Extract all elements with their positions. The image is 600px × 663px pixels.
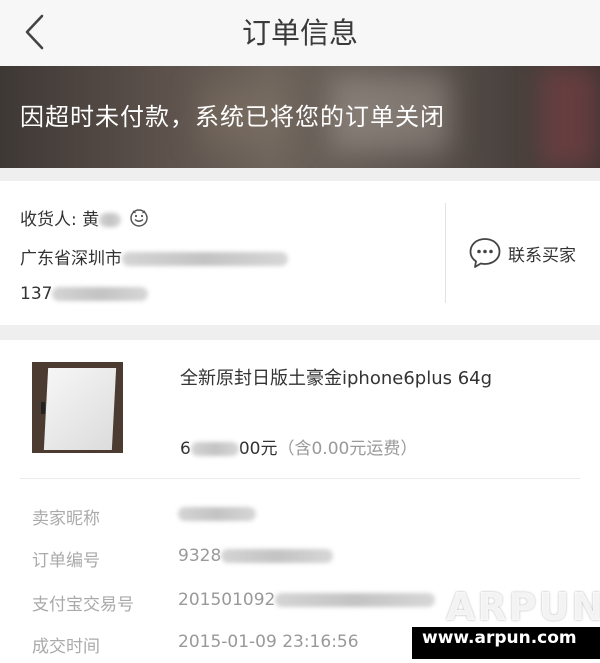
order-closed-message: 因超时未付款，系统已将您的订单关闭 <box>20 103 445 131</box>
consignee-name-row: 收货人: 黄 <box>20 205 149 233</box>
consignee-card: 收货人: 黄 广东省深圳市 137 联系买家 <box>0 181 600 325</box>
redacted-address <box>122 252 288 266</box>
price-prefix: 6 <box>180 439 191 459</box>
redacted-phone <box>52 287 149 301</box>
product-thumbnail[interactable] <box>32 362 123 453</box>
watermark-url: www.arpun.com <box>422 628 577 648</box>
watermark: ARPUN www.arpun.com <box>412 585 600 663</box>
order-status-banner: 因超时未付款，系统已将您的订单关闭 <box>0 66 600 168</box>
alipay-trade-number-label: 支付宝交易号 <box>32 595 134 615</box>
alipay-trade-number-value: 201501092 <box>178 590 436 610</box>
consignee-name: 收货人: 黄 <box>20 210 100 230</box>
seller-nickname-label: 卖家昵称 <box>32 509 100 529</box>
consignee-phone: 137 <box>20 284 53 304</box>
seller-nickname-value <box>178 504 256 524</box>
product-title[interactable]: 全新原封日版土豪金iphone6plus 64g <box>180 364 492 390</box>
navigation-bar: 订单信息 <box>0 0 600 66</box>
redacted-order-number <box>221 549 334 563</box>
consignee-address-row: 广东省深圳市 <box>20 244 288 269</box>
chat-bubble-icon <box>469 238 501 268</box>
redacted-nickname <box>178 507 256 521</box>
consignee-info: 收货人: 黄 广东省深圳市 137 <box>20 181 440 325</box>
vertical-divider <box>445 203 446 303</box>
consignee-phone-row: 137 <box>20 284 149 304</box>
redacted-price <box>190 442 239 456</box>
order-number: 9328 <box>178 546 222 566</box>
contact-buyer-button[interactable]: 联系买家 <box>468 233 576 273</box>
deal-time-value: 2015-01-09 23:16:56 <box>178 632 359 652</box>
deal-time-label: 成交时间 <box>32 637 100 657</box>
consignee-address: 广东省深圳市 <box>20 249 122 269</box>
order-number-value: 9328 <box>178 546 334 566</box>
price-suffix: 00元 <box>238 439 278 459</box>
order-number-label: 订单编号 <box>32 551 100 571</box>
watermark-brand: ARPUN <box>446 585 600 629</box>
horizontal-divider <box>20 478 580 479</box>
redacted-name <box>99 213 122 227</box>
alipay-trade-number: 201501092 <box>178 590 276 610</box>
contact-buyer-label: 联系买家 <box>508 245 576 266</box>
product-price: 6 00元（含0.00元运费） <box>180 434 417 459</box>
smile-icon <box>129 208 149 233</box>
shipping-fee: （含0.00元运费） <box>277 439 418 459</box>
page-title: 订单信息 <box>241 16 358 50</box>
